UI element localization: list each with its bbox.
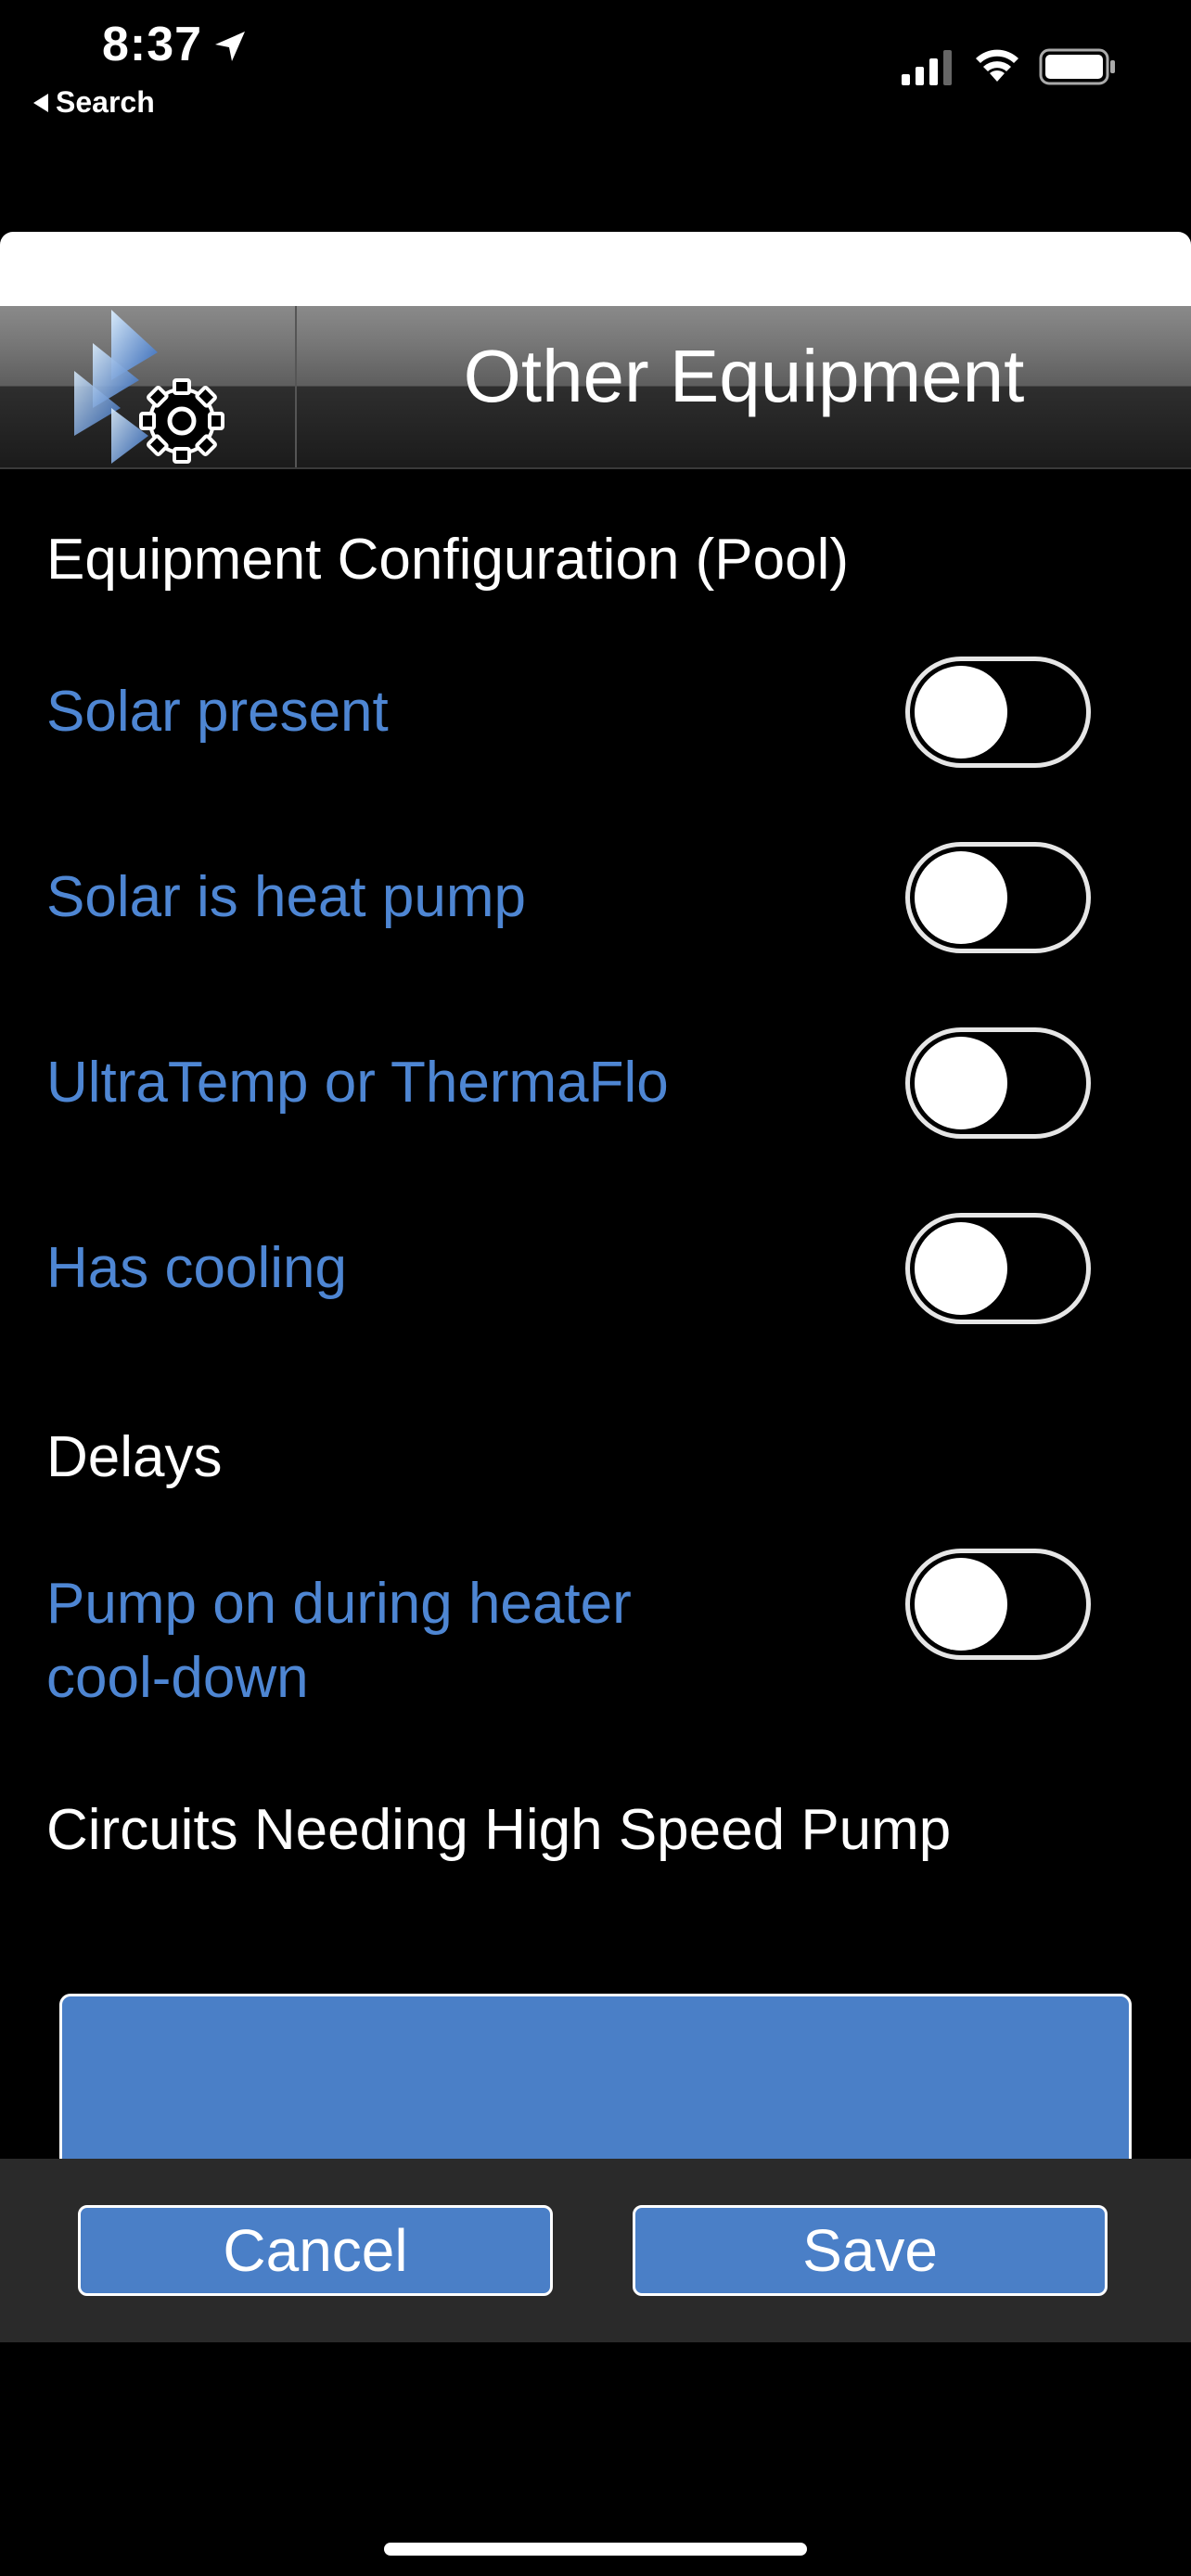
header-top-strip: [0, 232, 1191, 306]
wifi-icon: [976, 49, 1018, 82]
toggle-knob: [915, 1222, 1007, 1315]
toggle-knob: [915, 1558, 1007, 1651]
section-delays: Delays: [46, 1425, 223, 1489]
option-label-ultratemp: UltraTemp or ThermaFlo: [46, 1051, 669, 1115]
battery-icon: [1039, 48, 1115, 85]
back-label: Search: [56, 85, 155, 119]
section-high-speed: Circuits Needing High Speed Pump: [46, 1798, 952, 1862]
home-indicator: [384, 2543, 807, 2556]
toggle-solar-heat-pump[interactable]: [905, 842, 1091, 953]
location-arrow-icon: [215, 32, 245, 61]
option-label-has-cooling: Has cooling: [46, 1236, 347, 1300]
circuits-list-box[interactable]: [59, 1994, 1132, 2161]
pentair-gear-icon: [74, 310, 224, 464]
status-time: 8:37: [102, 18, 203, 71]
cellular-signal-icon: [902, 50, 952, 85]
toggle-solar-present[interactable]: [905, 657, 1091, 768]
page-title: Other Equipment: [463, 335, 1025, 417]
toggle-knob: [915, 666, 1007, 759]
option-label-pump-on-line1: Pump on during heater: [46, 1572, 632, 1636]
option-label-pump-on-line2: cool-down: [46, 1646, 309, 1710]
save-button[interactable]: Save: [633, 2205, 1108, 2296]
cancel-button[interactable]: Cancel: [78, 2205, 553, 2296]
toggle-has-cooling[interactable]: [905, 1213, 1091, 1324]
toggle-pump-on-cool-down[interactable]: [905, 1549, 1091, 1660]
app-logo[interactable]: [0, 306, 297, 467]
section-equipment-config: Equipment Configuration (Pool): [46, 528, 850, 592]
toggle-knob: [915, 851, 1007, 944]
back-triangle-icon: [33, 93, 48, 112]
toggle-knob: [915, 1037, 1007, 1129]
back-to-search-link[interactable]: Search: [33, 85, 155, 120]
option-label-solar-present: Solar present: [46, 680, 389, 744]
toggle-ultratemp[interactable]: [905, 1027, 1091, 1139]
option-label-solar-heat-pump: Solar is heat pump: [46, 865, 526, 929]
